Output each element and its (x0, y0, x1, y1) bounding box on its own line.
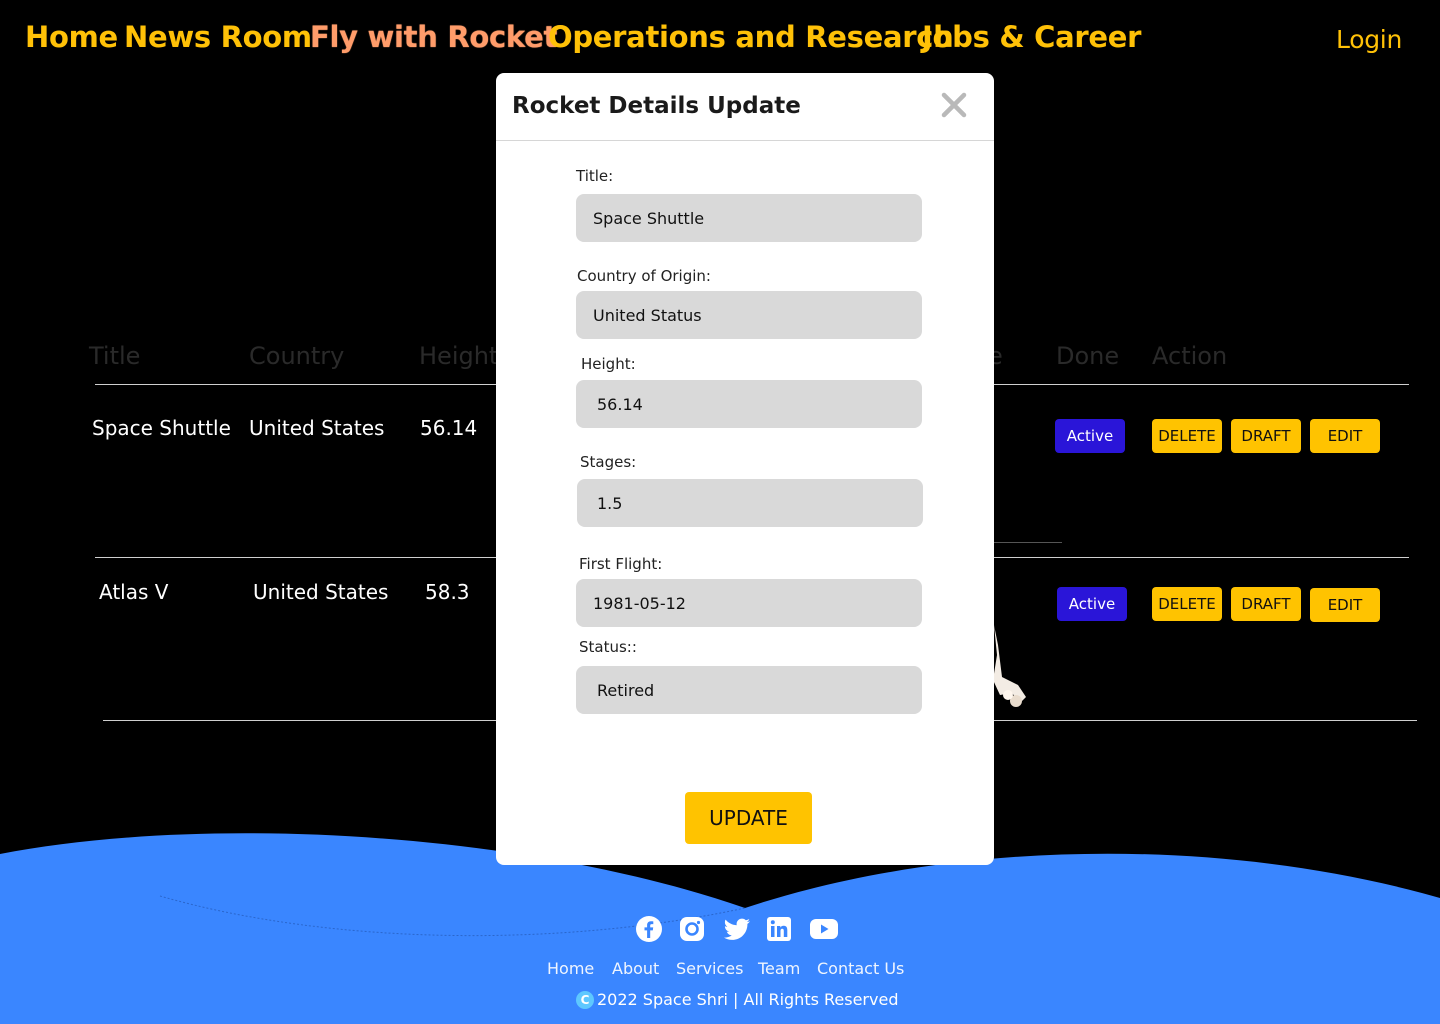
draft-button[interactable]: DRAFT (1231, 419, 1301, 453)
header-title: Title (89, 342, 141, 370)
rocket-update-modal: Rocket Details Update Title: Country of … (496, 73, 994, 865)
linkedin-icon[interactable] (766, 916, 792, 942)
footer-link-team[interactable]: Team (758, 959, 800, 978)
copyright-text: 2022 Space Shri | All Rights Reserved (597, 990, 899, 1009)
height-input[interactable] (576, 380, 922, 428)
modal-title: Rocket Details Update (512, 93, 801, 119)
copyright-icon: C (576, 990, 594, 1009)
nav-jobs-career[interactable]: Jobs & Career (922, 20, 1141, 54)
twitter-icon[interactable] (723, 916, 750, 942)
status-input[interactable] (576, 666, 922, 714)
edit-button[interactable]: EDIT (1310, 588, 1380, 622)
copyright: C 2022 Space Shri | All Rights Reserved (576, 990, 898, 1009)
modal-header: Rocket Details Update (496, 73, 994, 141)
row-country: United States (249, 416, 385, 440)
footer-link-contact[interactable]: Contact Us (817, 959, 904, 978)
top-nav: Home News Room Fly with Rocket Operation… (25, 20, 1402, 64)
edit-button[interactable]: EDIT (1310, 419, 1380, 453)
nav-news-room[interactable]: News Room (124, 20, 312, 54)
title-label: Title: (576, 167, 614, 185)
delete-button[interactable]: DELETE (1152, 587, 1222, 621)
header-action: Action (1152, 342, 1228, 370)
status-label: Status:: (579, 638, 637, 656)
row-country: United States (253, 580, 389, 604)
nav-fly-with-rocket[interactable]: Fly with Rocket (310, 20, 557, 54)
country-input[interactable] (576, 291, 922, 339)
nav-home[interactable]: Home (25, 20, 118, 54)
header-height: Height (419, 342, 499, 370)
stages-label: Stages: (580, 453, 637, 471)
row-title: Space Shuttle (92, 416, 231, 440)
footer-link-about[interactable]: About (612, 959, 659, 978)
close-icon[interactable] (940, 87, 968, 121)
nav-operations-research[interactable]: Operations and Research (548, 20, 954, 54)
height-label: Height: (581, 355, 636, 373)
row-title: Atlas V (99, 580, 169, 604)
status-button[interactable]: Active (1057, 587, 1127, 621)
footer-link-services[interactable]: Services (676, 959, 743, 978)
row-height: 58.3 (425, 580, 470, 604)
country-label: Country of Origin: (577, 267, 711, 285)
footer-link-home[interactable]: Home (547, 959, 594, 978)
first-flight-label: First Flight: (579, 555, 663, 573)
row-divider (994, 542, 1062, 543)
instagram-icon[interactable] (679, 916, 705, 942)
header-country: Country (249, 342, 345, 370)
update-button[interactable]: UPDATE (685, 792, 812, 844)
first-flight-input[interactable] (576, 579, 922, 627)
header-done: Done (1056, 342, 1120, 370)
status-button[interactable]: Active (1055, 419, 1125, 453)
title-input[interactable] (576, 194, 922, 242)
stages-input[interactable] (577, 479, 923, 527)
facebook-icon[interactable] (636, 916, 662, 942)
rocket-image (993, 625, 1026, 707)
row-height: 56.14 (420, 416, 478, 440)
draft-button[interactable]: DRAFT (1231, 587, 1301, 621)
youtube-icon[interactable] (809, 916, 838, 942)
login-link[interactable]: Login (1336, 25, 1402, 54)
delete-button[interactable]: DELETE (1152, 419, 1222, 453)
